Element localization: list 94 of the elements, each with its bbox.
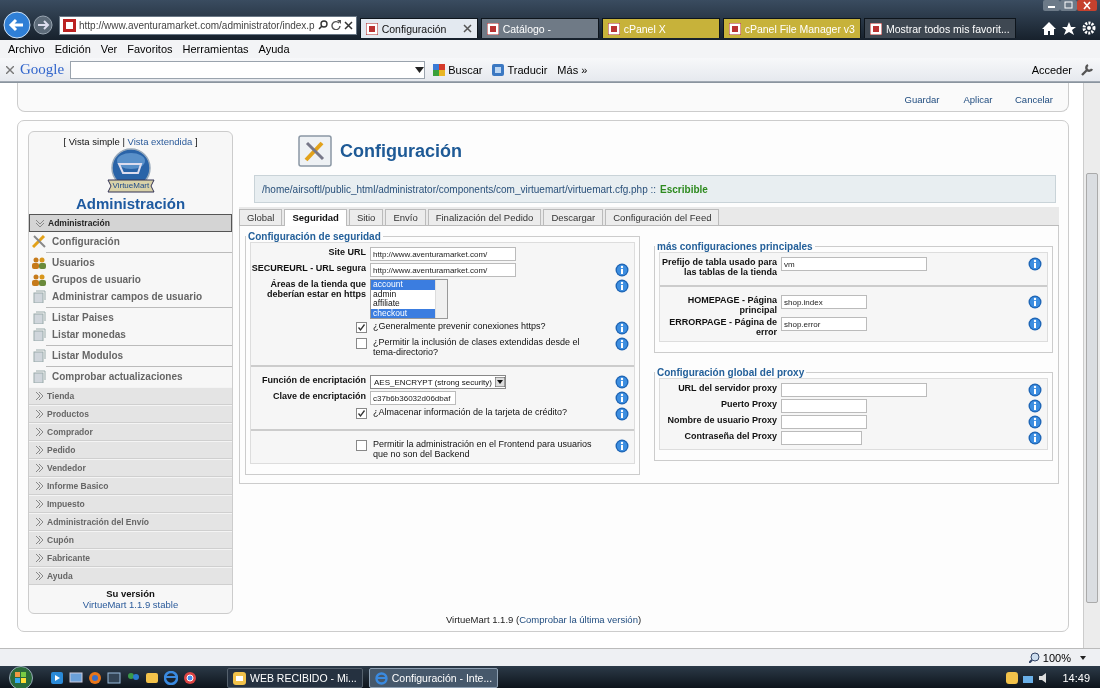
checkbox-label: ¿Permitir la inclusión de clases extendidas desde el tema-directorio? <box>373 337 581 357</box>
field-label: Nombre de usuario Proxy <box>666 415 777 425</box>
sidebar-section[interactable]: Informe Basico <box>29 477 232 495</box>
field-label: Contraseña del Proxy <box>683 431 777 441</box>
tab[interactable]: Envío <box>385 209 426 225</box>
file-path: /home/airsoftl/public_html/administrator/components/com_virtuemart/virtuemart.cfg.php :: <box>262 183 657 195</box>
view-label: ] <box>194 136 198 147</box>
list-option[interactable]: admin <box>371 289 435 299</box>
menu-item[interactable]: Ayuda <box>253 43 295 55</box>
view-link[interactable]: Vista extendida <box>127 136 193 147</box>
browser-tab[interactable]: Catálogo - <box>480 18 599 38</box>
menu-item[interactable]: Ver <box>95 43 123 55</box>
sidebar-link[interactable]: Listar monedas <box>52 328 126 341</box>
sidebar-link[interactable]: Configuración <box>52 235 120 248</box>
address-text: http://www.aventuramarket.com/administrator/index.p <box>79 19 315 31</box>
address-field[interactable]: http://www.aventuramarket.com/administrator/index.p <box>59 15 357 35</box>
search-button[interactable]: Buscar <box>431 63 485 76</box>
field-label: Prefijo de tabla usado para las tablas de la tienda <box>660 257 777 277</box>
text-field[interactable]: vm <box>781 257 927 271</box>
list-option[interactable]: affiliate <box>371 299 435 309</box>
text-field[interactable]: http://www.aventuramarket.com/ <box>370 247 516 261</box>
browser-tab[interactable]: Mostrar todos mis favorit... <box>863 18 1016 38</box>
field-label: SECUREURL - URL segura <box>251 263 366 273</box>
field-label: HOMEPAGE - Página principal <box>686 295 777 315</box>
taskbar-button[interactable]: WEB RECIBIDO - Mi... <box>227 668 363 688</box>
google-logo: Google <box>20 61 65 78</box>
taskbar-button[interactable]: Configuración - Inte... <box>368 668 499 688</box>
checkbox-label: Permitir la administración en el Frontend para usuarios que no son del Backend <box>373 439 593 459</box>
tab[interactable]: Configuración del Feed <box>605 209 720 225</box>
sidebar-section[interactable]: Cupón <box>29 531 232 549</box>
list-box[interactable]: account admin affiliate checkout <box>370 279 448 319</box>
tab[interactable]: Finalización del Pedido <box>427 209 542 225</box>
field-label: Site URL <box>327 247 366 257</box>
menu-item[interactable]: Favoritos <box>122 43 178 55</box>
field-label: ERRORPAGE - Página de error <box>668 317 777 337</box>
sidebar-section[interactable]: Administración del Envío <box>29 513 232 531</box>
text-field[interactable]: shop.error <box>781 317 867 331</box>
footer-text: ) <box>637 614 642 625</box>
toolbar-button[interactable]: Cancelar <box>1014 94 1054 105</box>
translate-button[interactable]: Traducir <box>490 63 550 76</box>
menu-item[interactable]: Archivo <box>3 43 50 55</box>
text-field[interactable]: http://www.aventuramarket.com/ <box>370 263 516 277</box>
text-field[interactable]: shop.index <box>781 295 867 309</box>
sidebar-section[interactable]: Fabricante <box>29 549 232 567</box>
sidebar-link[interactable]: Listar Modulos <box>52 349 124 362</box>
tab[interactable]: Global <box>239 209 283 225</box>
toolbar-button[interactable]: Guardar <box>902 94 942 105</box>
footer-text: VirtueMart 1.1.9 ( <box>445 614 520 625</box>
field-label: Áreas de la tienda que deberían estar en https <box>265 279 366 299</box>
tab[interactable]: Seguridad <box>284 209 347 226</box>
tab[interactable]: Descargar <box>543 209 604 225</box>
checkbox-label: ¿Generalmente prevenir conexiones https? <box>373 321 547 331</box>
list-option[interactable]: account <box>371 280 435 290</box>
sidebar-section[interactable]: Pedido <box>29 441 232 459</box>
more-button[interactable]: Más » <box>555 63 590 76</box>
version-link[interactable]: VirtueMart 1.1.9 stable <box>82 599 179 610</box>
browser-tab[interactable]: Configuración <box>359 18 478 38</box>
sidebar-section[interactable]: Productos <box>29 405 232 423</box>
sidebar-section[interactable]: Vendedor <box>29 459 232 477</box>
tab[interactable]: Sitio <box>348 209 384 225</box>
toolbar-button[interactable]: Aplicar <box>958 94 998 105</box>
field-label: Puerto Proxy <box>719 399 777 409</box>
clock: 14:49 <box>1062 672 1090 684</box>
checkbox-label: ¿Almacenar información de la tarjeta de crédito? <box>373 407 569 417</box>
sidebar-link[interactable]: Listar Paises <box>52 311 114 324</box>
sidebar-section[interactable]: Administración <box>29 214 232 232</box>
list-option[interactable]: checkout <box>371 308 435 318</box>
section-title: Configuración de seguridad <box>247 231 382 242</box>
sidebar-section[interactable]: Impuesto <box>29 495 232 513</box>
version-heading: Su versión <box>105 588 156 599</box>
sidebar-title: Administración <box>74 196 187 214</box>
menu-item[interactable]: Herramientas <box>177 43 254 55</box>
logo-text: VirtueMart <box>112 181 150 190</box>
section-title: Configuración global del proxy <box>656 367 806 378</box>
text-field[interactable]: c37b6b36032d06dbaf <box>370 391 456 405</box>
update-link[interactable]: Comprobar la última versión <box>519 614 638 625</box>
menu-item[interactable]: Edición <box>49 43 96 55</box>
view-label: [ Vista simple | <box>63 136 125 147</box>
sidebar-link[interactable]: Grupos de usuario <box>52 273 141 286</box>
sidebar-section[interactable]: Ayuda <box>29 567 232 585</box>
dropdown[interactable]: AES_ENCRYPT (strong security) <box>370 375 506 389</box>
sidebar-link[interactable]: Usuarios <box>52 256 95 269</box>
zoom-level[interactable]: 100% <box>1042 651 1071 664</box>
sidebar-link[interactable]: Administrar campos de usuario <box>52 290 203 303</box>
field-label: URL del servidor proxy <box>677 383 777 393</box>
sidebar-section[interactable]: Tienda <box>29 387 232 405</box>
sidebar-section[interactable]: Comprador <box>29 423 232 441</box>
page-title: Configuración <box>340 141 462 162</box>
field-label: Clave de encriptación <box>271 391 366 401</box>
section-title: más configuraciones principales <box>656 241 814 252</box>
writable-status: Escribible <box>660 183 708 195</box>
sign-in-button[interactable]: Acceder <box>1029 63 1074 76</box>
sidebar-link[interactable]: Comprobar actualizaciones <box>52 370 183 383</box>
field-label: Función de encriptación <box>261 375 366 385</box>
